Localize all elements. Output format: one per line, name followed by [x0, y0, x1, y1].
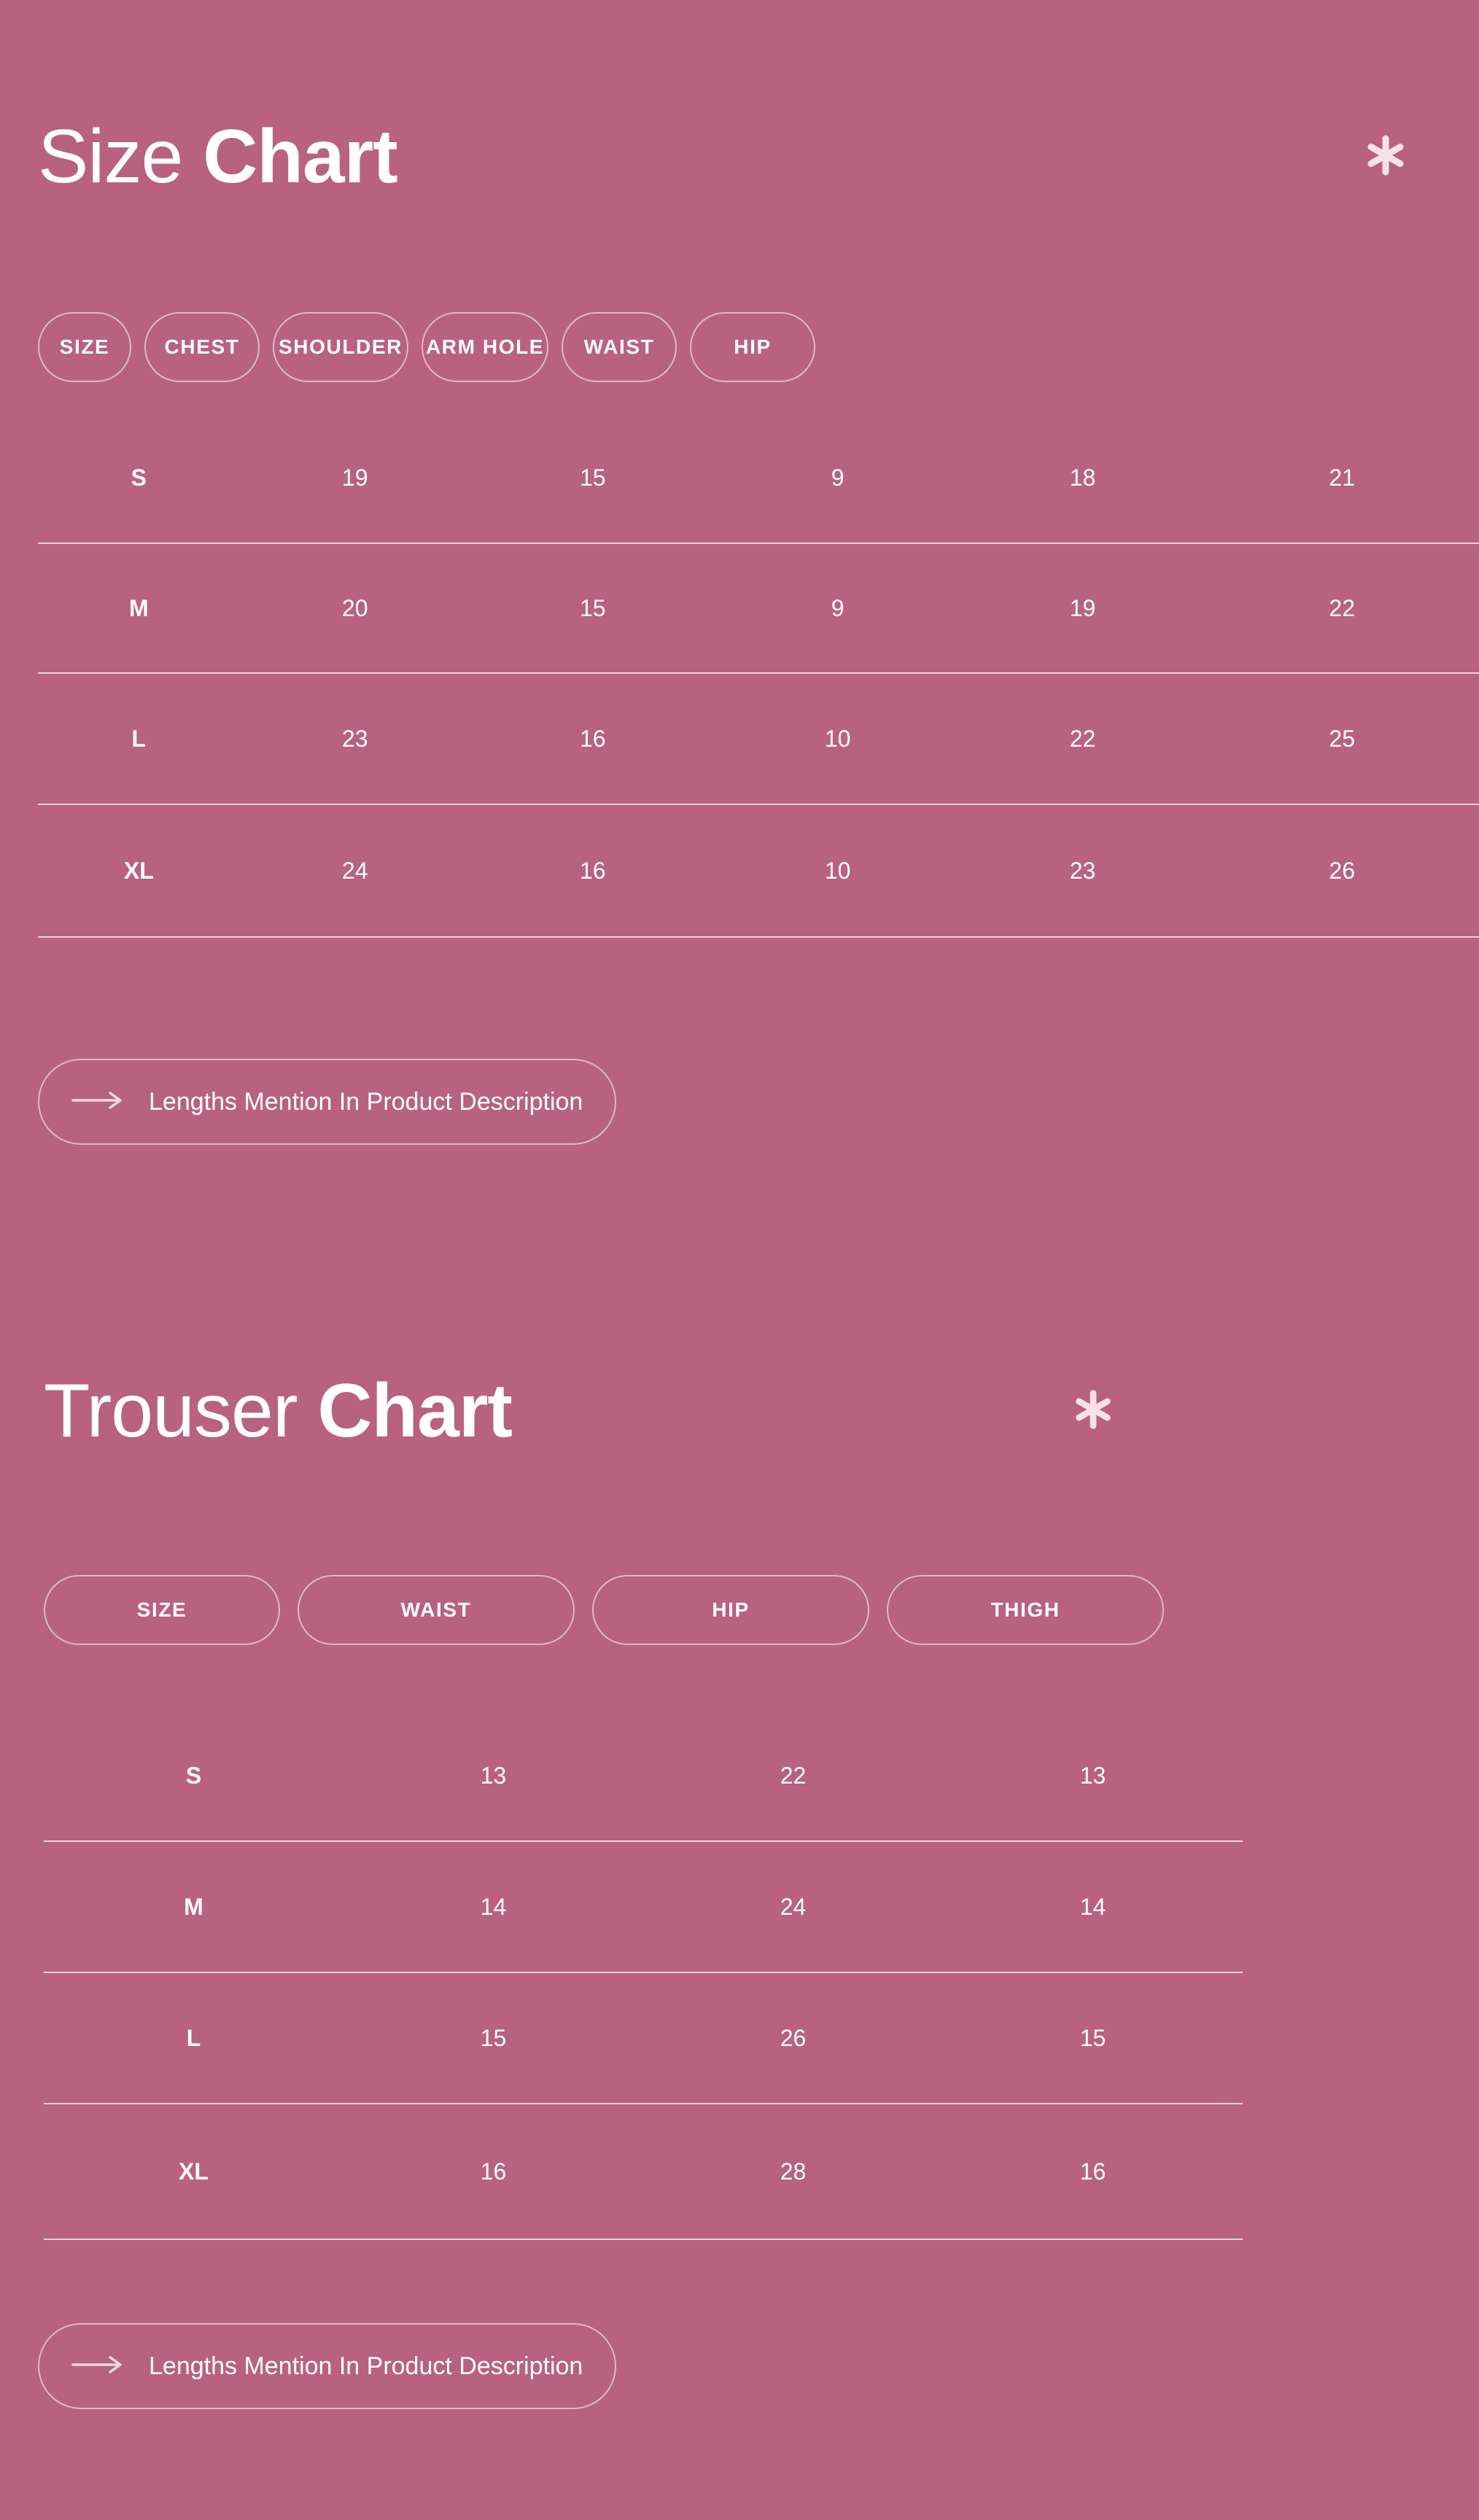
column-pill-shoulder[interactable]: SHOULDER	[273, 312, 408, 382]
cell-hip: 22	[1329, 594, 1356, 621]
cell-chest: 20	[341, 594, 368, 621]
size-chart-header: Size Chart	[38, 117, 1409, 197]
column-pill-hip[interactable]: HIP	[690, 312, 815, 382]
cell-thigh: 15	[1079, 2024, 1106, 2051]
cell-waist: 22	[1069, 725, 1096, 752]
trouser-chart-title: Trouser Chart	[44, 1373, 513, 1449]
cell-size: M	[128, 594, 149, 621]
column-pill-size[interactable]: SIZE	[44, 1575, 280, 1645]
cell-size: L	[131, 725, 147, 752]
trouser-chart-length-note-label: Lengths Mention In Product Description	[149, 2352, 583, 2380]
cell-shoulder: 16	[579, 857, 606, 884]
cell-shoulder: 15	[579, 594, 606, 621]
cell-chest: 23	[341, 725, 368, 752]
table-row: L 15 26 15	[44, 1973, 1243, 2104]
column-pill-thigh[interactable]: THIGH	[887, 1575, 1164, 1645]
cell-thigh: 16	[1079, 2158, 1106, 2185]
size-chart-length-note-button[interactable]: Lengths Mention In Product Description	[38, 1059, 617, 1145]
size-chart-title: Size Chart	[38, 119, 398, 195]
cell-waist: 15	[480, 2024, 507, 2051]
column-pill-waist[interactable]: WAIST	[562, 312, 677, 382]
table-row: XL 16 28 16	[44, 2104, 1243, 2240]
cell-waist: 13	[480, 1762, 507, 1789]
trouser-chart-table: S 13 22 13 M 14 24 14 L 15 26 15 XL 16 2…	[44, 1711, 1243, 2240]
cell-waist: 16	[480, 2158, 507, 2185]
column-pill-waist[interactable]: WAIST	[298, 1575, 575, 1645]
cell-arm-hole: 9	[831, 594, 845, 621]
trouser-chart-column-pills: SIZE WAIST HIP THIGH	[44, 1575, 1246, 1645]
table-row: XL 24 16 10 23 26	[38, 805, 1479, 938]
cell-waist: 14	[480, 1893, 507, 1920]
cell-hip: 28	[780, 2158, 807, 2185]
cell-arm-hole: 9	[831, 464, 845, 491]
size-chart-table: S 19 15 9 18 21 M 20 15 9 19 22 L 23 16 …	[38, 413, 1479, 938]
cell-hip: 21	[1329, 464, 1356, 491]
trouser-chart-length-note-button[interactable]: Lengths Mention In Product Description	[38, 2323, 617, 2409]
cell-chest: 24	[341, 857, 368, 884]
column-pill-arm-hole[interactable]: ARM HOLE	[422, 312, 548, 382]
cell-hip: 26	[1329, 857, 1356, 884]
cell-waist: 23	[1069, 857, 1096, 884]
cell-thigh: 13	[1079, 1762, 1106, 1789]
arrow-right-icon	[71, 2354, 124, 2379]
table-row: M 20 15 9 19 22	[38, 544, 1479, 674]
table-row: S 13 22 13	[44, 1711, 1243, 1842]
cell-shoulder: 16	[579, 725, 606, 752]
table-row: M 14 24 14	[44, 1842, 1243, 1973]
asterisk-icon	[1071, 1387, 1116, 1436]
column-pill-chest[interactable]: CHEST	[144, 312, 260, 382]
cell-hip: 24	[780, 1893, 807, 1920]
cell-hip: 26	[780, 2024, 807, 2051]
table-row: S 19 15 9 18 21	[38, 413, 1479, 544]
cell-size: XL	[123, 857, 154, 884]
cell-size: XL	[179, 2158, 209, 2185]
cell-waist: 18	[1069, 464, 1096, 491]
trouser-chart-header: Trouser Chart	[44, 1371, 1116, 1451]
column-pill-hip[interactable]: HIP	[592, 1575, 869, 1645]
size-chart-title-light: Size	[38, 114, 183, 199]
cell-arm-hole: 10	[824, 857, 851, 884]
cell-shoulder: 15	[579, 464, 606, 491]
cell-size: M	[184, 1893, 203, 1920]
table-row: L 23 16 10 22 25	[38, 674, 1479, 805]
size-chart-title-bold: Chart	[203, 114, 398, 199]
cell-size: L	[186, 2024, 201, 2051]
asterisk-icon	[1362, 132, 1409, 182]
trouser-chart-title-light: Trouser	[44, 1369, 298, 1453]
trouser-chart-title-bold: Chart	[317, 1369, 513, 1453]
cell-thigh: 14	[1079, 1893, 1106, 1920]
cell-chest: 19	[341, 464, 368, 491]
cell-size: S	[185, 1762, 202, 1789]
column-pill-size[interactable]: SIZE	[38, 312, 131, 382]
cell-size: S	[131, 464, 147, 491]
arrow-right-icon	[71, 1090, 124, 1114]
cell-waist: 19	[1069, 594, 1096, 621]
cell-hip: 25	[1329, 725, 1356, 752]
size-chart-length-note-label: Lengths Mention In Product Description	[149, 1087, 583, 1116]
cell-arm-hole: 10	[824, 725, 851, 752]
size-chart-column-pills: SIZE CHEST SHOULDER ARM HOLE WAIST HIP	[38, 312, 1409, 382]
size-chart-page: Size Chart SIZE CHEST SHOULDER ARM HOLE …	[0, 0, 1479, 2520]
cell-hip: 22	[780, 1762, 807, 1789]
